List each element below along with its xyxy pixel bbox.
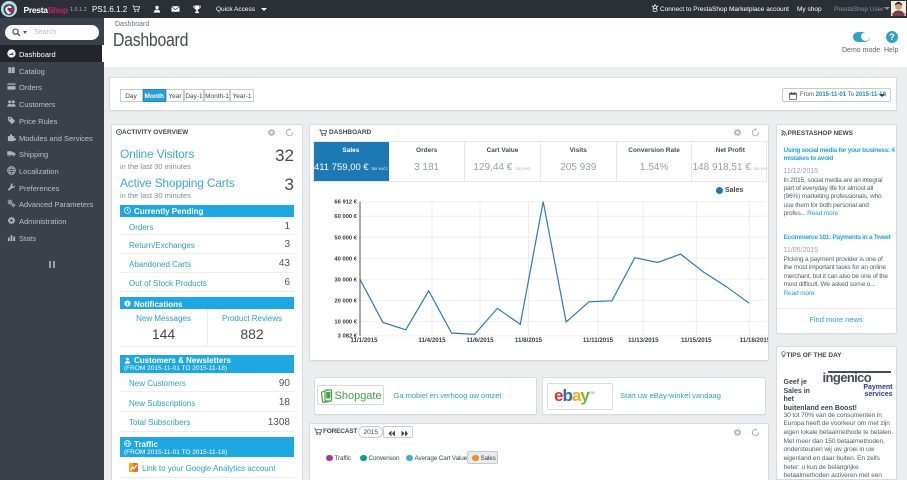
- svg-text:11/1/2015: 11/1/2015: [350, 337, 378, 344]
- svg-text:40 000 €: 40 000 €: [334, 256, 357, 262]
- svg-text:11/4/2015: 11/4/2015: [418, 337, 446, 344]
- svg-text:60 000 €: 60 000 €: [334, 214, 357, 220]
- svg-text:50 000 €: 50 000 €: [334, 235, 357, 241]
- svg-text:11/15/2015: 11/15/2015: [681, 337, 712, 344]
- svg-text:11/18/2015: 11/18/2015: [740, 337, 769, 344]
- svg-text:66 912 €: 66 912 €: [334, 199, 357, 205]
- svg-text:20 000 €: 20 000 €: [334, 298, 357, 304]
- svg-text:30 000 €: 30 000 €: [334, 277, 357, 283]
- svg-text:11/8/2015: 11/8/2015: [515, 337, 543, 344]
- svg-text:10 000 €: 10 000 €: [334, 319, 357, 325]
- svg-text:11/11/2015: 11/11/2015: [583, 337, 614, 344]
- svg-text:PrestaShop: PrestaShop: [892, 13, 906, 17]
- svg-text:11/6/2015: 11/6/2015: [466, 337, 494, 344]
- svg-text:11/13/2015: 11/13/2015: [628, 337, 659, 344]
